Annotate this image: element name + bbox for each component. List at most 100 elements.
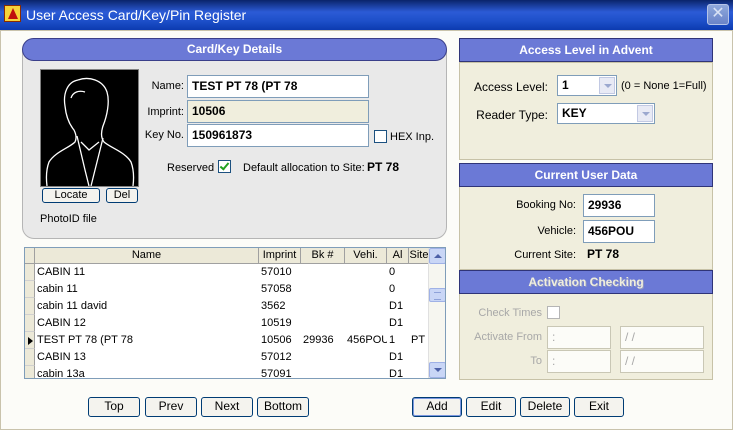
- access-level-label: Access Level:: [473, 80, 548, 94]
- table-row[interactable]: CABIN 13 57012 D1: [25, 349, 429, 366]
- cell-imprint: 10519: [261, 317, 292, 329]
- hex-input-checkbox[interactable]: [374, 130, 387, 143]
- cell-site: [409, 315, 429, 332]
- cell-imprint: 3562: [261, 300, 286, 312]
- current-row-indicator-icon: [25, 332, 35, 349]
- locate-button[interactable]: Locate: [42, 188, 100, 203]
- scroll-down-icon[interactable]: [429, 362, 445, 378]
- title-bar: User Access Card/Key/Pin Register ✕: [0, 0, 733, 30]
- check-times-checkbox[interactable]: [547, 306, 560, 319]
- row-indicator: [25, 264, 35, 281]
- cell-bk: [301, 315, 345, 332]
- cell-vehi: [345, 366, 387, 378]
- table-row[interactable]: cabin 11 david 3562 D1: [25, 298, 429, 315]
- cell-bk: [301, 298, 345, 315]
- activate-from-time[interactable]: :: [547, 326, 611, 349]
- reader-type-select[interactable]: KEY: [557, 103, 655, 124]
- grid-header: Name Imprint Bk # Vehi. Al Site: [25, 248, 429, 264]
- cell-name: cabin 11: [37, 283, 78, 295]
- row-indicator: [25, 281, 35, 298]
- row-indicator-header: [25, 248, 35, 264]
- cell-vehi: [345, 298, 387, 315]
- col-imprint-header[interactable]: Imprint: [259, 248, 301, 264]
- activate-from-label: Activate From: [474, 331, 542, 343]
- table-row[interactable]: cabin 11 57058 0: [25, 281, 429, 298]
- cell-al: 0: [389, 266, 396, 278]
- top-button[interactable]: Top: [88, 397, 140, 417]
- table-row[interactable]: TEST PT 78 (PT 78 10506 29936 456POU1 PT 78: [25, 332, 429, 349]
- access-level-hint: (0 = None 1=Full): [621, 80, 707, 92]
- access-level-select[interactable]: 1: [557, 75, 617, 96]
- access-level-header: Access Level in Advent: [459, 38, 713, 62]
- row-indicator: [25, 349, 35, 366]
- delete-button[interactable]: Delete: [520, 397, 570, 417]
- col-name-header[interactable]: Name: [35, 248, 259, 264]
- cell-imprint: 57012: [261, 351, 292, 363]
- row-indicator: [25, 315, 35, 332]
- cell-site: [409, 281, 429, 298]
- col-al-header[interactable]: Al: [387, 248, 409, 264]
- table-row[interactable]: CABIN 11 57010 0: [25, 264, 429, 281]
- cell-imprint: 57091: [261, 368, 292, 379]
- default-allocation-value: PT 78: [367, 160, 400, 174]
- cell-site: [409, 366, 429, 378]
- card-list-grid[interactable]: Name Imprint Bk # Vehi. Al Site CABIN 11…: [24, 247, 446, 379]
- close-button[interactable]: ✕: [707, 4, 729, 25]
- activate-to-date[interactable]: / /: [620, 350, 704, 373]
- current-site-value: PT 78: [587, 247, 620, 261]
- activate-from-date[interactable]: / /: [620, 326, 704, 349]
- scroll-up-icon[interactable]: [429, 248, 445, 264]
- scroll-thumb[interactable]: [429, 288, 445, 302]
- cell-bk: [301, 366, 345, 378]
- reserved-label: Reserved: [167, 162, 215, 174]
- cell-bk: [301, 349, 345, 366]
- col-site-header[interactable]: Site: [409, 248, 429, 264]
- bottom-button[interactable]: Bottom: [257, 397, 309, 417]
- cell-vehi: [345, 264, 387, 281]
- table-row[interactable]: cabin 13a 57091 D1: [25, 366, 429, 379]
- booking-no-field[interactable]: 29936: [583, 194, 655, 217]
- cell-al: D1: [389, 368, 404, 379]
- col-vehicle-header[interactable]: Vehi.: [345, 248, 387, 264]
- col-booking-header[interactable]: Bk #: [301, 248, 345, 264]
- imprint-field: 10506: [187, 100, 369, 123]
- cell-site: [409, 349, 429, 366]
- cell-bk: [301, 264, 345, 281]
- default-allocation-label: Default allocation to Site:: [243, 162, 365, 174]
- chevron-down-icon[interactable]: [637, 105, 653, 122]
- cell-vehi: [345, 281, 387, 298]
- card-details-header: Card/Key Details: [22, 38, 447, 61]
- cell-site: PT 78: [411, 334, 429, 346]
- vehicle-field[interactable]: 456POU: [583, 220, 655, 243]
- cell-site: [409, 264, 429, 281]
- prev-button[interactable]: Prev: [145, 397, 197, 417]
- activate-to-time[interactable]: :: [547, 350, 611, 373]
- edit-button[interactable]: Edit: [466, 397, 516, 417]
- window-title: User Access Card/Key/Pin Register: [26, 7, 247, 23]
- cell-imprint: 57010: [261, 266, 292, 278]
- chevron-down-icon[interactable]: [599, 77, 615, 94]
- table-row[interactable]: CABIN 12 10519 D1: [25, 315, 429, 332]
- exit-button[interactable]: Exit: [574, 397, 624, 417]
- next-button[interactable]: Next: [201, 397, 253, 417]
- name-label: Name:: [151, 80, 184, 92]
- name-input[interactable]: TEST PT 78 (PT 78: [187, 75, 369, 98]
- activation-header: Activation Checking: [459, 270, 713, 294]
- person-silhouette-icon: [45, 77, 135, 187]
- cell-al: D1: [389, 351, 404, 363]
- imprint-label: Imprint:: [147, 106, 184, 118]
- reserved-checkbox[interactable]: [218, 160, 231, 173]
- current-user-header: Current User Data: [459, 163, 713, 187]
- hex-input-label: HEX Inp.: [390, 131, 435, 143]
- current-site-label: Current Site:: [514, 249, 576, 261]
- cell-al: D1: [389, 300, 404, 312]
- cell-al: 1: [389, 334, 396, 346]
- cell-bk: 29936: [303, 334, 334, 346]
- add-button[interactable]: Add: [412, 397, 462, 417]
- delete-photo-button[interactable]: Del: [106, 188, 138, 203]
- reader-type-label: Reader Type:: [476, 108, 548, 122]
- grid-scrollbar[interactable]: [428, 248, 445, 378]
- activate-to-label: To: [530, 355, 542, 367]
- row-indicator: [25, 366, 35, 378]
- key-no-input[interactable]: 150961873: [187, 124, 369, 147]
